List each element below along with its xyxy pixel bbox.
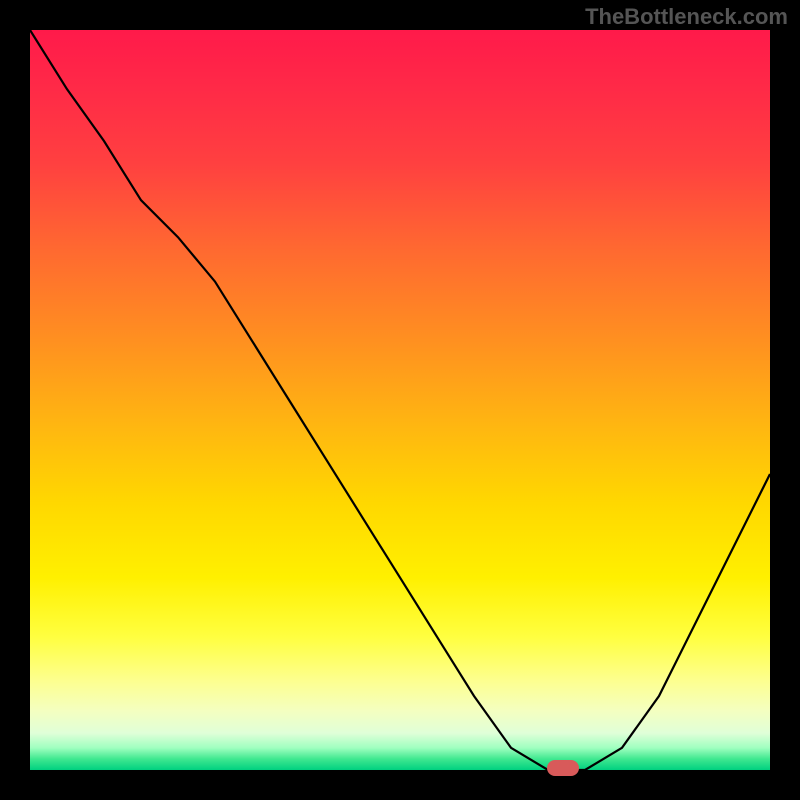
chart-plot-area (30, 30, 770, 770)
bottleneck-curve (30, 30, 770, 770)
watermark-text: TheBottleneck.com (585, 4, 788, 30)
optimal-point-marker (547, 760, 579, 776)
